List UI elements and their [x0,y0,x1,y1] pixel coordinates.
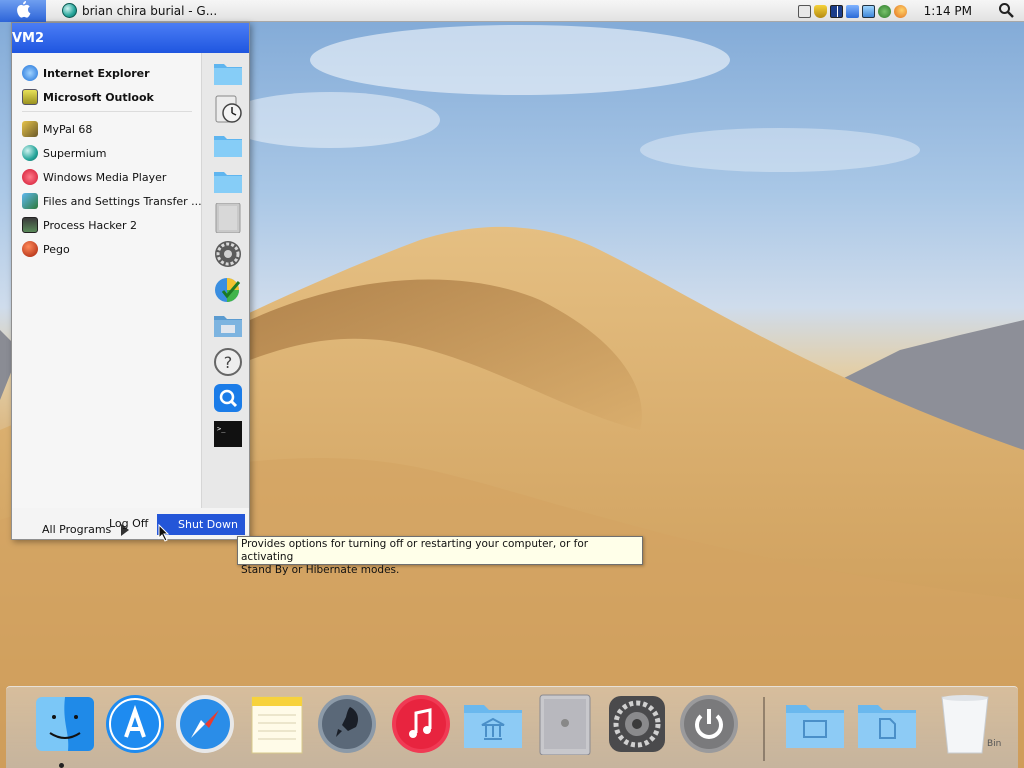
start-menu-programs: Internet Explorer Microsoft Outlook MyPa… [12,53,202,536]
tooltip-line-2: Stand By or Hibernate modes. [241,564,400,576]
notes-icon[interactable] [244,693,306,757]
itunes-icon[interactable] [390,693,452,757]
mouse-cursor-icon [158,523,170,545]
program-label: Windows Media Player [43,170,167,184]
taskbar-window-button[interactable]: brian chira burial - G... [62,0,217,22]
keyboard-icon[interactable] [797,4,811,18]
finder-running-indicator [59,763,64,768]
program-label: Files and Settings Transfer ... [43,194,202,208]
finder-icon[interactable] [34,693,96,757]
apple-menu-button[interactable] [0,0,46,22]
power-icon[interactable] [678,693,740,757]
clock[interactable]: 1:14 PM [924,4,972,18]
user-name: VM2 [12,30,45,46]
mypal-icon [22,121,38,137]
internet-explorer-icon [22,65,38,81]
terminal-icon[interactable]: >_ [213,419,243,447]
program-label: Internet Explorer [43,66,150,80]
pictures-folder-icon[interactable] [213,131,243,159]
applications-folder-icon[interactable] [462,693,524,757]
program-label: Microsoft Outlook [43,90,154,104]
svg-text:>_: >_ [217,425,226,433]
log-off-label: Log Off [109,517,149,530]
help-icon[interactable]: ? [213,347,243,376]
launchpad-icon[interactable] [316,693,378,757]
shut-down-label: Shut Down [178,518,238,531]
program-access-icon[interactable] [213,275,243,303]
svg-text:?: ? [224,353,233,372]
documents-folder-icon[interactable] [213,59,243,87]
menu-bar: brian chira burial - G... 1:14 PM [0,0,1024,22]
downloads-folder-icon[interactable] [784,693,846,757]
time-icon[interactable] [213,95,243,123]
program-label: MyPal 68 [43,122,93,136]
program-microsoft-outlook[interactable]: Microsoft Outlook [22,87,154,107]
monitor-icon[interactable] [861,4,875,18]
printers-folder-icon[interactable] [213,311,243,339]
program-files-settings-transfer[interactable]: Files and Settings Transfer ... [22,191,202,211]
outlook-icon [22,89,38,105]
system-tray: 1:14 PM [797,0,1024,22]
program-supermium[interactable]: Supermium [22,143,107,163]
tooltip-line-1: Provides options for turning off or rest… [241,538,589,563]
settings-gear-icon[interactable] [213,239,243,267]
recycle-icon[interactable] [877,4,891,18]
media-player-icon [22,169,38,185]
process-hacker-icon [22,217,38,233]
program-pego[interactable]: Pego [22,239,70,259]
apple-icon [15,0,31,21]
pego-icon [22,241,38,257]
magnifier-icon[interactable] [893,4,907,18]
transfer-wizard-icon [22,193,38,209]
shut-down-button[interactable]: Shut Down [157,514,245,535]
grid-icon[interactable] [829,4,843,18]
all-programs-label: All Programs [42,523,112,536]
program-label: Process Hacker 2 [43,218,138,232]
program-windows-media-player[interactable]: Windows Media Player [22,167,166,187]
dock-separator [763,697,765,761]
search-icon [998,2,1014,21]
system-preferences-icon[interactable] [606,693,668,757]
safari-icon[interactable] [174,693,236,757]
log-off-button[interactable]: Log Off [109,517,148,530]
network-icon[interactable] [845,4,859,18]
music-folder-icon[interactable] [213,167,243,195]
program-internet-explorer[interactable]: Internet Explorer [22,63,150,83]
mac-pro-icon[interactable] [534,693,596,757]
start-menu-places: ? >_ [201,53,249,508]
dock: Bin [6,686,1018,768]
trash-label: Bin [987,739,1002,749]
program-label: Supermium [43,146,107,160]
search-icon[interactable] [213,383,243,412]
supermium-icon [22,145,38,161]
supermium-icon [62,3,77,18]
separator [22,111,192,112]
computer-icon[interactable] [213,202,243,234]
program-process-hacker[interactable]: Process Hacker 2 [22,215,137,235]
program-mypal[interactable]: MyPal 68 [22,119,92,139]
window-title: brian chira burial - G... [82,3,218,18]
shut-down-tooltip: Provides options for turning off or rest… [237,536,643,576]
start-menu: VM2 Internet Explorer Microsoft Outlook … [11,22,250,540]
start-menu-header: VM2 [12,23,249,53]
documents-folder-icon[interactable] [856,693,918,757]
app-store-icon[interactable] [104,693,166,757]
spotlight-search-button[interactable] [996,1,1016,21]
security-shield-icon[interactable] [813,4,827,18]
program-label: Pego [43,242,70,256]
